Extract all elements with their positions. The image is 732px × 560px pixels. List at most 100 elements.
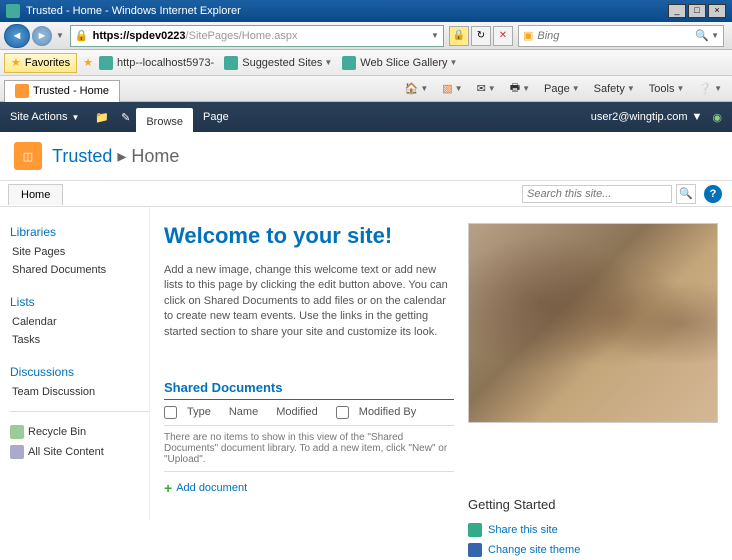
tools-menu[interactable]: Tools▼ — [643, 81, 691, 97]
nav-item-site-pages[interactable]: Site Pages — [10, 243, 149, 261]
search-dropdown-icon[interactable]: ▼ — [711, 31, 719, 40]
col-modified-by[interactable]: Modified By — [359, 406, 416, 419]
url-dropdown-icon[interactable]: ▼ — [431, 31, 439, 40]
mail-button[interactable]: ✉▼ — [471, 80, 502, 97]
bing-icon: ▣ — [523, 29, 533, 42]
site-logo[interactable]: ◫ — [14, 142, 42, 170]
fav-link-localhost[interactable]: http--localhost5973- — [99, 56, 214, 70]
edit-page-button[interactable]: ✎ — [115, 102, 136, 132]
quick-launch: Libraries Site Pages Shared Documents Li… — [0, 207, 150, 520]
tag-icon[interactable]: ◉ — [712, 111, 722, 124]
star-icon: ★ — [11, 56, 21, 69]
browser-tab-row: Trusted - Home 🏠▼ ▧▼ ✉▼ 🖶▼ Page▼ Safety▼… — [0, 76, 732, 102]
plus-icon: + — [164, 480, 172, 496]
recycle-bin-icon — [10, 425, 24, 439]
site-search: 🔍 ? — [522, 184, 722, 204]
getting-started-heading: Getting Started — [468, 497, 718, 512]
site-search-button[interactable]: 🔍 — [676, 184, 696, 204]
fav-link-webslice[interactable]: Web Slice Gallery ▼ — [342, 56, 457, 70]
help-button[interactable]: ? — [704, 185, 722, 203]
help-button[interactable]: ❔▼ — [692, 80, 728, 97]
window-title: Trusted - Home - Windows Internet Explor… — [26, 5, 241, 17]
col-type[interactable]: Type — [187, 406, 211, 419]
theme-icon — [468, 543, 482, 557]
mail-icon: ✉ — [477, 82, 486, 95]
all-content-icon — [10, 445, 24, 459]
sharepoint-ribbon: Site Actions▼ 📁 ✎ Browse Page user2@wing… — [0, 102, 732, 132]
ribbon-tab-browse[interactable]: Browse — [136, 108, 193, 132]
page-menu[interactable]: Page▼ — [538, 81, 586, 97]
welcome-image — [468, 223, 718, 423]
col-modified[interactable]: Modified — [276, 406, 318, 419]
recent-dropdown-icon[interactable]: ▼ — [56, 31, 64, 40]
url-field-container[interactable]: 🔒 https://spdev0223/SitePages/Home.aspx … — [70, 25, 444, 47]
minimize-button[interactable]: _ — [668, 4, 686, 18]
ie-icon — [6, 4, 20, 18]
nav-header-discussions[interactable]: Discussions — [10, 365, 149, 379]
url-input[interactable] — [297, 30, 431, 42]
fav-link-suggested[interactable]: Suggested Sites ▼ — [224, 56, 332, 70]
navigate-up-button[interactable]: 📁 — [89, 102, 115, 132]
nav-item-shared-documents[interactable]: Shared Documents — [10, 261, 149, 279]
maximize-button[interactable]: □ — [688, 4, 706, 18]
nav-header-lists[interactable]: Lists — [10, 295, 149, 309]
home-button[interactable]: 🏠▼ — [399, 80, 435, 97]
url-host: https://spdev0223 — [93, 30, 186, 42]
safety-menu[interactable]: Safety▼ — [588, 81, 641, 97]
breadcrumb-site-link[interactable]: Trusted — [52, 146, 112, 166]
address-bar: ◄ ► ▼ 🔒 https://spdev0223/SitePages/Home… — [0, 22, 732, 50]
doclib-title[interactable]: Shared Documents — [164, 380, 454, 400]
home-icon: 🏠 — [405, 82, 419, 95]
add-document-link[interactable]: + Add document — [164, 472, 454, 504]
browser-search-input[interactable] — [537, 30, 695, 42]
change-theme-link[interactable]: Change site theme — [468, 540, 718, 560]
stop-button[interactable]: ✕ — [493, 26, 513, 46]
site-actions-menu[interactable]: Site Actions▼ — [0, 102, 89, 132]
breadcrumb-page: Home — [131, 146, 179, 166]
close-button[interactable]: × — [708, 4, 726, 18]
top-nav-home[interactable]: Home — [8, 184, 63, 205]
nav-item-team-discussion[interactable]: Team Discussion — [10, 383, 149, 401]
ribbon-tab-page[interactable]: Page — [193, 102, 239, 132]
nav-item-calendar[interactable]: Calendar — [10, 313, 149, 331]
site-search-input[interactable] — [522, 185, 672, 203]
window-title-bar: Trusted - Home - Windows Internet Explor… — [0, 0, 732, 22]
intro-text: Add a new image, change this welcome tex… — [164, 263, 454, 340]
nav-item-tasks[interactable]: Tasks — [10, 331, 149, 349]
favorites-bar: ★ Favorites ★ http--localhost5973- Sugge… — [0, 50, 732, 76]
feeds-button[interactable]: ▧▼ — [436, 80, 468, 97]
share-site-link[interactable]: Share this site — [468, 520, 718, 540]
add-favorite-icon[interactable]: ★ — [83, 56, 93, 69]
refresh-button[interactable]: ↻ — [471, 26, 491, 46]
print-button[interactable]: 🖶▼ — [504, 77, 536, 100]
page-icon — [342, 56, 356, 70]
search-icon: 🔍 — [679, 187, 693, 200]
breadcrumb: Trusted ▸ Home — [52, 146, 179, 167]
help-icon: ❔ — [698, 82, 712, 95]
forward-button[interactable]: ► — [32, 26, 52, 46]
nav-recycle-bin[interactable]: Recycle Bin — [10, 422, 149, 442]
browser-tab[interactable]: Trusted - Home — [4, 80, 120, 102]
page-icon — [224, 56, 238, 70]
nav-all-site-content[interactable]: All Site Content — [10, 442, 149, 462]
url-path: /SitePages/Home.aspx — [186, 30, 298, 42]
user-menu[interactable]: user2@wingtip.com ▼ ◉ — [591, 111, 732, 124]
ssl-lock-button[interactable]: 🔒 — [449, 26, 469, 46]
chevron-down-icon: ▼ — [450, 58, 458, 67]
rss-icon: ▧ — [442, 82, 452, 95]
favorites-button[interactable]: ★ Favorites — [4, 53, 77, 73]
select-all-checkbox[interactable] — [164, 406, 177, 419]
page-title-area: ◫ Trusted ▸ Home — [0, 132, 732, 181]
getting-started: Getting Started Share this site Change s… — [468, 497, 718, 560]
shared-documents-webpart: Type Name Modified Modified By There are… — [164, 400, 454, 504]
back-button[interactable]: ◄ — [4, 24, 30, 48]
main-content: Welcome to your site! Add a new image, c… — [150, 207, 732, 520]
nav-header-libraries[interactable]: Libraries — [10, 225, 149, 239]
col-checkbox-modifiedby[interactable] — [336, 406, 349, 419]
doclib-empty-text: There are no items to show in this view … — [164, 426, 454, 472]
search-provider-box[interactable]: ▣ 🔍 ▼ — [518, 25, 724, 47]
search-go-icon[interactable]: 🔍 — [695, 29, 709, 42]
site-favicon-icon — [15, 84, 29, 98]
col-name[interactable]: Name — [229, 406, 258, 419]
edit-icon: ✎ — [121, 111, 130, 124]
